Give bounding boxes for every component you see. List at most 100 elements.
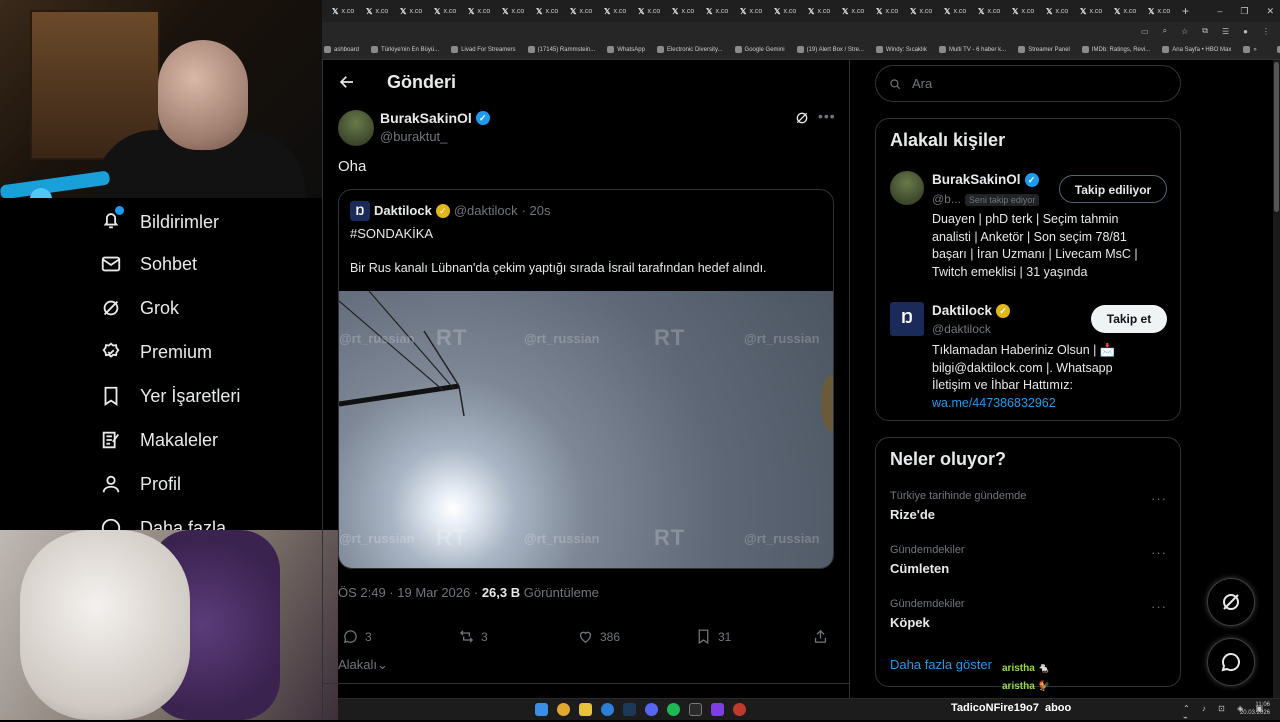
bookmark-item[interactable]: WhatsApp [607,46,645,53]
nav-item-profile[interactable]: Profil [100,473,181,495]
reply-button[interactable]: 3 [342,628,372,645]
folder-icon[interactable] [579,703,592,716]
menu-icon[interactable]: ⋮ [1262,27,1270,36]
trend-more-icon[interactable]: ··· [1151,599,1167,614]
browser-tab[interactable]: 𝕏x.co [702,2,736,20]
bookmark-item[interactable]: ashboard [324,46,359,53]
person-avatar[interactable] [890,171,924,205]
repost-button[interactable]: 3 [458,628,488,645]
search-input[interactable]: Ara [875,65,1181,102]
trend-more-icon[interactable]: ··· [1151,545,1167,560]
browser-tab[interactable]: 𝕏x.co [600,2,634,20]
bookmark-item[interactable]: Multi TV - 6 haber k... [938,46,1006,53]
bookmark-item[interactable]: Ana Sayfa • HBO Max [1162,46,1231,53]
discord-icon[interactable] [645,703,658,716]
browser-tab[interactable]: 𝕏x.co [328,2,362,20]
cast-icon[interactable]: ▭ [1141,27,1149,36]
more-options-icon[interactable]: ••• [818,108,836,124]
browser-tab[interactable]: 𝕏x.co [464,2,498,20]
author-avatar[interactable] [338,110,374,146]
browser-tab[interactable]: 𝕏x.co [838,2,872,20]
sidebar-icon[interactable]: ☰ [1222,27,1229,36]
scrollbar-thumb[interactable] [1274,62,1279,212]
trend-name[interactable]: Rize'de [890,507,935,522]
star-icon[interactable]: ☆ [1181,27,1188,36]
steam-icon[interactable] [623,703,636,716]
bookmark-item[interactable]: Streamer Panel [1018,46,1070,53]
browser-tab[interactable]: 𝕏x.co [872,2,906,20]
bookmark-item[interactable]: Türkiye'nin En Büyü... [371,46,439,53]
browser-tab[interactable]: 𝕏x.co [566,2,600,20]
browser-tab[interactable]: 𝕏x.co [498,2,532,20]
person-name[interactable]: Daktilock ✓ [932,303,1011,318]
trend-name[interactable]: Cümleten [890,561,949,576]
follow-button[interactable]: Takip et [1091,305,1167,333]
bookmark-item[interactable]: (17145) Rammstein... [527,46,595,53]
bookmark-item[interactable]: IMDb: Ratings, Revi... [1081,46,1150,53]
bio-link[interactable]: wa.me/447386832962 [932,395,1115,413]
app-icon[interactable] [733,703,746,716]
nav-item-articles[interactable]: Makaleler [100,429,218,451]
profile-icon[interactable]: ● [1243,27,1248,36]
browser-tab[interactable]: 𝕏x.co [770,2,804,20]
share-button[interactable] [812,628,829,645]
show-more-link[interactable]: Daha fazla göster [890,657,992,672]
browser-tab[interactable]: 𝕏x.co [1110,2,1144,20]
quote-video[interactable]: @rt_russian RT @rt_russian RT @rt_russia… [339,291,833,568]
browser-tab[interactable]: 𝕏x.co [940,2,974,20]
zoom-icon[interactable]: ⌕ [1163,26,1167,36]
edge-icon[interactable] [601,703,614,716]
browser-tab[interactable]: 𝕏x.co [634,2,668,20]
following-button[interactable]: Takip ediliyor [1059,175,1167,203]
grok-fab-button[interactable] [1207,578,1255,626]
minimize-icon[interactable]: – [1217,6,1222,16]
browser-tab[interactable]: 𝕏x.co [1008,2,1042,20]
author-handle[interactable]: @buraktut_ [380,129,447,144]
related-posts-link[interactable]: Alakalı⌄ [338,657,388,673]
quote-hashtag[interactable]: #SONDAKİKA [350,226,433,241]
browser-tab[interactable]: 𝕏x.co [736,2,770,20]
new-tab-button[interactable]: + [1178,2,1212,20]
browser-tab[interactable]: 𝕏x.co [396,2,430,20]
browser-tab[interactable]: 𝕏x.co [804,2,838,20]
extensions-icon[interactable]: ⧉ [1202,26,1208,36]
twitch-icon[interactable] [711,703,724,716]
browser-tab[interactable]: 𝕏x.co [906,2,940,20]
like-button[interactable]: 386 [577,628,620,645]
bookmark-item[interactable]: » [1243,46,1257,53]
spotify-icon[interactable] [667,703,680,716]
browser-tab[interactable]: 𝕏x.co [1144,2,1178,20]
grok-icon[interactable] [794,110,810,126]
trend-name[interactable]: Köpek [890,615,930,630]
epic-games-icon[interactable] [689,703,702,716]
person-avatar[interactable]: Ŋ [890,302,924,336]
window-controls[interactable]: – ❐ ✕ [1217,0,1274,22]
post-timestamp[interactable]: ÖS 2:49 · 19 Mar 2026 · [338,585,478,600]
messages-fab-button[interactable] [1207,638,1255,686]
nav-item-bookmarks[interactable]: Yer İşaretleri [100,385,240,407]
start-icon[interactable] [535,703,548,716]
quoted-post[interactable]: Ŋ Daktilock ✓ @daktilock · 20s #SONDAKİK… [338,189,834,569]
browser-tab[interactable]: 𝕏x.co [430,2,464,20]
author-name[interactable]: BurakSakinOl ✓ [380,110,490,126]
browser-tab[interactable]: 𝕏x.co [668,2,702,20]
bookmark-item[interactable]: Google Gemini [734,46,785,53]
browser-tab[interactable]: 𝕏x.co [362,2,396,20]
clock[interactable]: 11:06 20.03.2026 [1240,701,1270,717]
browser-tab[interactable]: 𝕏x.co [1042,2,1076,20]
bookmark-item[interactable]: Electronic Diversity... [656,46,723,53]
maximize-icon[interactable]: ❐ [1240,6,1248,17]
bookmark-item[interactable]: Windy: Sıcaklık [875,46,927,53]
person-name[interactable]: BurakSakinOl ✓ [932,172,1039,187]
bookmark-button[interactable]: 31 [695,628,731,645]
nav-item-notifications[interactable]: Bildirimler [100,205,219,236]
chrome-icon[interactable] [557,703,570,716]
nav-item-premium[interactable]: Premium [100,341,212,363]
bookmark-item[interactable]: (19) Alert Box / Stre... [796,46,864,53]
nav-item-grok[interactable]: Grok [100,297,179,319]
trend-more-icon[interactable]: ··· [1151,491,1167,506]
close-icon[interactable]: ✕ [1266,6,1274,17]
browser-tab[interactable]: 𝕏x.co [1076,2,1110,20]
nav-item-chat[interactable]: Sohbet [100,253,197,275]
bookmark-item[interactable]: Livad For Streamers [451,46,516,53]
